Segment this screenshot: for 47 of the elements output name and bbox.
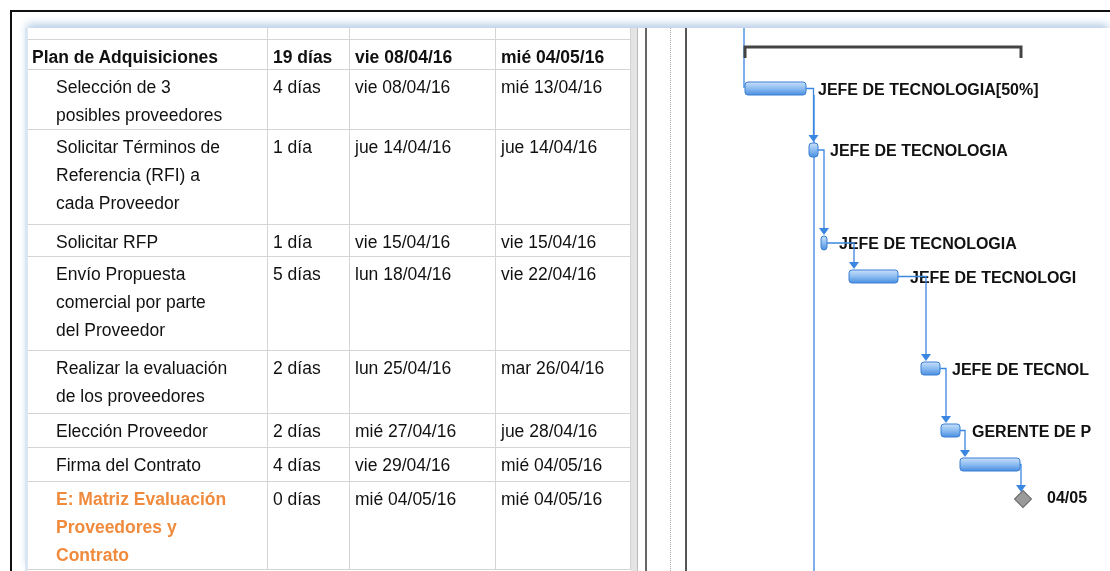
resource-label: JEFE DE TECNOLOGIA <box>839 235 1017 252</box>
dependency-arrow <box>959 429 970 457</box>
start-date-cell: mié 04/05/16 <box>350 482 496 570</box>
resource-label: JEFE DE TECNOLOGIA[50%] <box>818 80 1039 98</box>
duration-cell: 0 días <box>268 482 350 570</box>
resource-label: 04/05 <box>1047 489 1088 506</box>
task-name-cell: E: Matriz Evaluación Proveedores y Contrato <box>28 482 268 570</box>
dependency-arrow <box>805 87 819 142</box>
start-date-cell: jue 14/04/16 <box>350 130 496 225</box>
task-bar <box>959 457 1021 472</box>
start-date-cell: mié 27/04/16 <box>350 414 496 448</box>
task-bar <box>744 81 807 96</box>
task-bar <box>848 269 899 284</box>
resource-label: GERENTE DE P <box>972 422 1092 440</box>
task-name-cell: Firma del Contrato <box>28 448 268 482</box>
start-date-cell: lun 18/04/16 <box>350 257 496 351</box>
task-name-cell: Realizar la evaluación de los proveedores <box>28 351 268 414</box>
duration-cell: 19 días <box>268 40 350 70</box>
resource-label: JEFE DE TECNOLOGI <box>910 268 1077 286</box>
duration-cell: 1 día <box>268 225 350 257</box>
task-bar <box>940 423 961 438</box>
start-date-cell: vie 29/04/16 <box>350 448 496 482</box>
task-bar <box>920 361 941 376</box>
task-name-cell: Envío Propuesta comercial por parte del Proveedor <box>28 257 268 351</box>
resource-label: JEFE DE TECNOL <box>952 360 1089 378</box>
start-date-cell: vie 08/04/16 <box>350 40 496 70</box>
task-name-cell: Solicitar Términos de Referencia (RFI) a cada Proveedor <box>28 130 268 225</box>
task-name-cell: Elección Proveedor <box>28 414 268 448</box>
start-date-cell: lun 25/04/16 <box>350 351 496 414</box>
duration-cell: 2 días <box>268 414 350 448</box>
duration-cell: 5 días <box>268 257 350 351</box>
task-name-cell: Solicitar RFP <box>28 225 268 257</box>
start-date-cell: vie 08/04/16 <box>350 70 496 130</box>
task-name-cell: Selección de 3 posibles proveedores <box>28 70 268 130</box>
dependency-arrow <box>939 367 951 423</box>
duration-cell: 2 días <box>268 351 350 414</box>
duration-cell: 4 días <box>268 448 350 482</box>
resource-label: JEFE DE TECNOLOGIA <box>830 142 1008 159</box>
milestone-diamond <box>1014 490 1032 508</box>
task-bar <box>808 142 819 158</box>
duration-cell: 1 día <box>268 130 350 225</box>
start-date-cell: vie 15/04/16 <box>350 225 496 257</box>
task-bar <box>820 235 828 251</box>
dependency-arrow <box>1016 463 1026 492</box>
duration-cell: 4 días <box>268 70 350 130</box>
task-name-cell: Plan de Adquisiciones <box>28 40 268 70</box>
splitter-bar[interactable] <box>631 28 638 571</box>
